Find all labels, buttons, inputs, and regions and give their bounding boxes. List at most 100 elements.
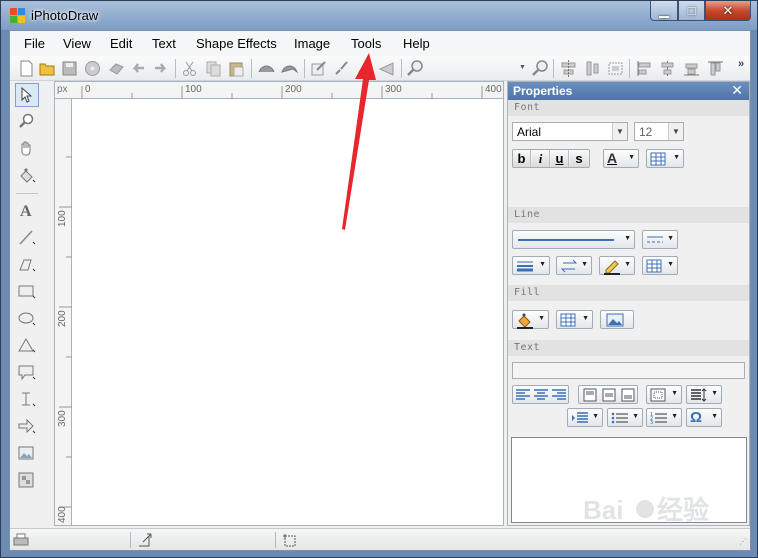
align-left-icon[interactable] (636, 60, 653, 77)
cut-icon[interactable] (181, 60, 198, 77)
section-label: Font (514, 102, 541, 113)
copy-icon[interactable] (205, 60, 222, 77)
group-icon[interactable] (258, 60, 275, 77)
text-input[interactable] (512, 362, 745, 379)
text-background-button[interactable]: ▼ (646, 149, 684, 168)
export-icon[interactable] (108, 60, 125, 77)
fill-image-button[interactable] (600, 310, 634, 329)
menu-edit[interactable]: Edit (110, 36, 132, 51)
status-separator (130, 532, 131, 548)
align-center-icon[interactable] (533, 388, 549, 402)
redo-icon[interactable] (152, 60, 169, 77)
text-padding-button[interactable]: ▼ (646, 385, 682, 404)
hand-icon (21, 141, 31, 156)
zoom-icon[interactable] (407, 60, 424, 77)
save-icon[interactable] (61, 60, 78, 77)
chevron-down-icon[interactable]: ▼ (519, 64, 526, 71)
minimize-button[interactable]: ▁ (650, 1, 678, 21)
font-size-select[interactable]: 12 ▼ (634, 122, 684, 141)
menu-view[interactable]: View (63, 36, 91, 51)
fill-pattern-button[interactable]: ▼ (556, 310, 593, 329)
tool-triangle[interactable] (15, 334, 39, 358)
dash-style-button[interactable]: ▼ (642, 230, 678, 249)
font-family-select[interactable]: Arial ▼ (512, 122, 628, 141)
strikethrough-button[interactable]: s (570, 150, 588, 167)
tool-pan[interactable] (15, 137, 39, 161)
bullet-list-button[interactable]: ▼ (607, 408, 643, 427)
distribute-icon[interactable] (607, 60, 624, 77)
edit-icon[interactable] (310, 60, 327, 77)
valign-middle-icon[interactable] (601, 388, 617, 402)
align-center-icon[interactable] (560, 60, 577, 77)
menu-text[interactable]: Text (152, 36, 176, 51)
open-icon[interactable] (39, 60, 56, 77)
tool-text[interactable]: A (15, 199, 39, 223)
tool-rectangle[interactable] (15, 280, 39, 304)
menu-file[interactable]: File (24, 36, 45, 51)
undo-icon[interactable] (130, 60, 147, 77)
text-format-group: b i u s (512, 149, 590, 168)
menu-shape-effects[interactable]: Shape Effects (196, 36, 277, 51)
align-right-icon[interactable] (551, 388, 567, 402)
menu-image[interactable]: Image (294, 36, 330, 51)
app-window: iPhotoDraw ▁ □ ✕ File View Edit Text Sha… (0, 0, 758, 558)
font-size-value: 12 (639, 125, 653, 139)
close-icon[interactable]: ✕ (731, 82, 743, 99)
grid-icon (560, 313, 576, 327)
valign-bottom-icon[interactable] (620, 388, 636, 402)
tool-select[interactable] (15, 83, 39, 107)
fill-color-button[interactable]: ▼ (512, 310, 549, 329)
align-left-icon[interactable] (515, 388, 531, 402)
line-weight-button[interactable]: ▼ (512, 256, 550, 275)
align-center-icon[interactable] (659, 60, 676, 77)
underline-button[interactable]: u (551, 150, 569, 167)
eraser-icon[interactable] (356, 60, 373, 77)
new-icon[interactable] (18, 60, 35, 77)
font-color-button[interactable]: A ▼ (603, 149, 639, 168)
toolbar-overflow-icon[interactable]: » (738, 58, 744, 70)
maximize-button[interactable]: □ (678, 1, 705, 21)
numbered-list-button[interactable]: 123 ▼ (646, 408, 682, 427)
callout-icon (18, 365, 36, 381)
insert-symbol-button[interactable]: Ω ▼ (686, 408, 722, 427)
resize-grip-icon[interactable]: ⋰ (739, 537, 747, 546)
tool-callout[interactable] (15, 361, 39, 385)
align-top-icon[interactable] (707, 60, 724, 77)
arrow-style-button[interactable]: ▼ (556, 256, 592, 275)
distribute-icon[interactable] (584, 60, 601, 77)
tool-polygon[interactable] (15, 253, 39, 277)
triangle-icon[interactable] (378, 60, 395, 77)
line-style-select[interactable]: ▼ (512, 230, 635, 249)
italic-button[interactable]: i (532, 150, 550, 167)
tool-ellipse[interactable] (15, 307, 39, 331)
disc-icon[interactable] (84, 60, 101, 77)
valign-top-icon[interactable] (582, 388, 598, 402)
tool-arrow[interactable] (15, 415, 39, 439)
zoom-fit-icon[interactable] (532, 60, 549, 77)
tool-fill[interactable] (15, 164, 39, 188)
omega-icon: Ω (690, 409, 703, 426)
line-pattern-button[interactable]: ▼ (642, 256, 678, 275)
chevron-down-icon: ▼ (628, 154, 635, 161)
line-spacing-button[interactable]: ▼ (686, 385, 722, 404)
brush-icon[interactable] (333, 60, 350, 77)
line-color-button[interactable]: ▼ (599, 256, 635, 275)
tool-mosaic[interactable] (15, 469, 39, 493)
paste-icon[interactable] (228, 60, 245, 77)
tool-image[interactable] (15, 442, 39, 466)
tool-line[interactable] (15, 226, 39, 250)
tool-zoom[interactable] (15, 110, 39, 134)
menu-tools[interactable]: Tools (351, 36, 381, 51)
section-font: Font (508, 100, 749, 116)
indent-button[interactable]: ▼ (567, 408, 603, 427)
align-bottom-icon[interactable] (683, 60, 700, 77)
ungroup-icon[interactable] (281, 60, 298, 77)
drawing-canvas[interactable]: px 0 100 200 300 400 100 200 300 400 (54, 81, 504, 526)
canvas-page[interactable] (73, 100, 503, 525)
menu-help[interactable]: Help (403, 36, 430, 51)
bold-button[interactable]: b (513, 150, 531, 167)
tool-dimension[interactable] (15, 388, 39, 412)
minimize-icon: ▁ (659, 3, 669, 18)
properties-panel: Properties ✕ Font Arial ▼ 12 ▼ b i u s A… (507, 81, 750, 526)
close-button[interactable]: ✕ (705, 1, 751, 21)
